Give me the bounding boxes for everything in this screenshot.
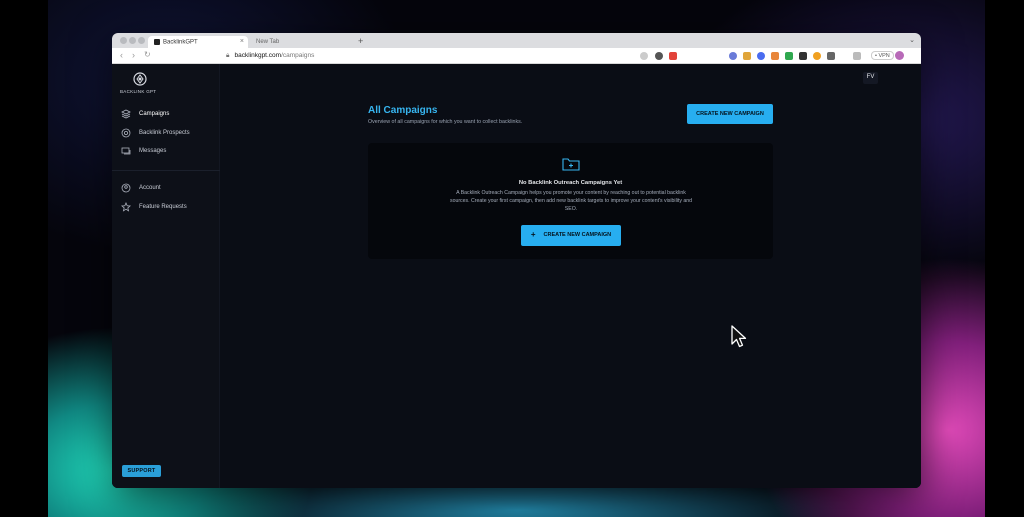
browser-tab-bar: BacklinkGPT × New Tab + ⌄ — [112, 33, 921, 48]
brave-shield-icon[interactable] — [655, 52, 663, 60]
sidebar-toggle-icon[interactable] — [853, 52, 861, 60]
share-icon[interactable] — [640, 52, 648, 60]
extension-icon[interactable] — [757, 52, 765, 60]
sidebar-item-backlink-prospects[interactable]: Backlink Prospects — [118, 127, 218, 141]
forward-icon[interactable]: › — [132, 50, 135, 60]
logo-text: BACKLINK GPT — [120, 89, 157, 94]
brave-rewards-icon[interactable] — [669, 52, 677, 60]
window-close-dot[interactable] — [120, 37, 127, 44]
extension-icon[interactable] — [743, 52, 751, 60]
browser-tab-active[interactable]: BacklinkGPT × — [148, 36, 248, 48]
url-path: /campaigns — [281, 52, 315, 59]
support-button[interactable]: SUPPORT — [122, 465, 161, 477]
user-avatar[interactable]: FV — [863, 72, 878, 84]
account-icon — [121, 183, 131, 193]
vpn-button[interactable]: • VPN — [871, 51, 894, 60]
extension-icon[interactable] — [813, 52, 821, 60]
reload-icon[interactable]: ↻ — [144, 50, 151, 59]
desktop-background: BacklinkGPT × New Tab + ⌄ ‹ › ↻ 🔒︎ backli… — [0, 0, 1024, 517]
layers-icon — [121, 109, 131, 119]
sidebar-item-messages[interactable]: Messages — [118, 145, 218, 159]
page-title: All Campaigns — [368, 105, 438, 116]
favicon-icon — [154, 39, 160, 45]
main-content: FV All Campaigns Overview of all campaig… — [220, 64, 921, 488]
sidebar-item-account[interactable]: Account — [118, 182, 218, 196]
folder-plus-icon — [562, 158, 580, 171]
sidebar-item-feature-requests[interactable]: Feature Requests — [118, 201, 218, 215]
target-icon — [121, 128, 131, 138]
sidebar-item-campaigns[interactable]: Campaigns — [118, 108, 218, 122]
button-label: CREATE NEW CAMPAIGN — [543, 232, 612, 238]
sidebar-item-label: Feature Requests — [139, 204, 187, 210]
tab-close-icon[interactable]: × — [240, 38, 244, 45]
extension-icon[interactable] — [799, 52, 807, 60]
backlinkgpt-logo-icon — [133, 72, 147, 86]
create-new-campaign-button-empty-state[interactable]: + CREATE NEW CAMPAIGN — [521, 225, 621, 246]
extension-icon[interactable] — [827, 52, 835, 60]
extension-icon[interactable] — [771, 52, 779, 60]
url-host: backlinkgpt.com — [234, 52, 282, 59]
tab-search-icon[interactable]: ⌄ — [909, 36, 915, 44]
mouse-pointer-icon — [731, 325, 747, 348]
back-icon[interactable]: ‹ — [120, 50, 123, 60]
empty-state-card: No Backlink Outreach Campaigns Yet A Bac… — [368, 143, 773, 259]
sidebar-divider — [112, 170, 220, 171]
messages-icon — [121, 146, 131, 156]
lock-icon: 🔒︎ — [226, 52, 230, 59]
sidebar-item-label: Campaigns — [139, 111, 170, 117]
empty-state-title: No Backlink Outreach Campaigns Yet — [518, 180, 623, 186]
sidebar-item-label: Backlink Prospects — [139, 130, 190, 136]
sidebar-item-label: Messages — [139, 148, 167, 154]
browser-window: BacklinkGPT × New Tab + ⌄ ‹ › ↻ 🔒︎ backli… — [112, 33, 921, 488]
extension-icon[interactable] — [785, 52, 793, 60]
window-zoom-dot[interactable] — [138, 37, 145, 44]
address-bar[interactable]: 🔒︎ backlinkgpt.com/campaigns — [226, 50, 314, 62]
window-minimize-dot[interactable] — [129, 37, 136, 44]
app-root: BACKLINK GPT Campaigns Backlink Prospect… — [112, 64, 921, 488]
sidebar: BACKLINK GPT Campaigns Backlink Prospect… — [112, 64, 220, 488]
new-tab-button[interactable]: + — [358, 36, 363, 46]
tab-title: BacklinkGPT — [163, 39, 198, 46]
plus-icon: + — [530, 230, 536, 239]
empty-state-description: A Backlink Outreach Campaign helps you p… — [449, 190, 693, 212]
sidebar-item-label: Account — [139, 185, 161, 191]
create-new-campaign-button[interactable]: CREATE NEW CAMPAIGN — [687, 104, 773, 124]
tab-title: New Tab — [256, 39, 280, 45]
browser-tab-inactive[interactable]: New Tab — [250, 36, 356, 48]
star-icon — [121, 201, 131, 212]
profile-avatar[interactable] — [895, 51, 904, 60]
page-subtitle: Overview of all campaigns for which you … — [368, 119, 523, 125]
extension-icon[interactable] — [729, 52, 737, 60]
browser-toolbar: ‹ › ↻ 🔒︎ backlinkgpt.com/campaigns • VPN — [112, 48, 921, 64]
